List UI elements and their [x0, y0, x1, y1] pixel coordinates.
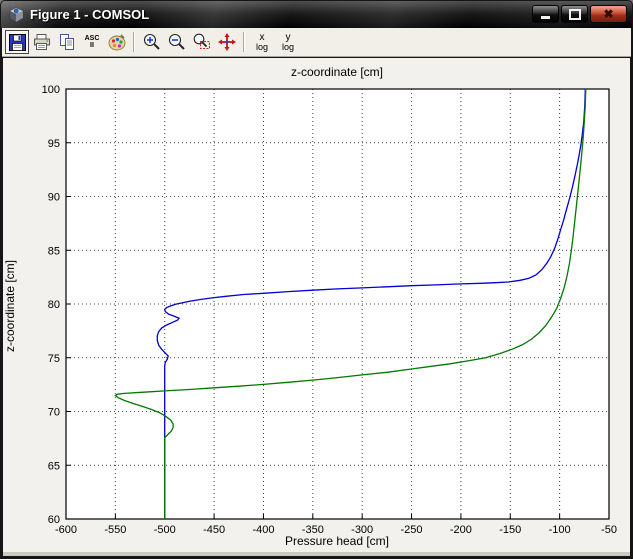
x-log-toggle[interactable]: x log — [249, 30, 275, 54]
minimize-icon — [541, 16, 550, 19]
x-axis-label: Pressure head [cm] — [285, 534, 389, 548]
x-tick-label: -350 — [302, 524, 324, 536]
copy-button[interactable] — [55, 30, 79, 54]
maximize-button[interactable] — [561, 5, 588, 23]
minimize-button[interactable] — [532, 5, 559, 23]
y-tick-label: 70 — [48, 407, 60, 419]
y-tick-label: 60 — [48, 514, 60, 526]
y-tick-label: 75 — [48, 353, 60, 365]
edit-colors-button[interactable] — [105, 30, 129, 54]
printer-icon — [32, 32, 52, 52]
y-tick-label: 95 — [48, 138, 60, 150]
x-tick-label: -550 — [104, 524, 126, 536]
y-tick-label: 65 — [48, 460, 60, 472]
x-tick-label: -450 — [203, 524, 225, 536]
y-tick-label: 85 — [48, 245, 60, 257]
export-ascii-button[interactable]: ASC II — [80, 30, 104, 54]
y-tick-label: 80 — [48, 299, 60, 311]
figure-toolbar: ASC II — [2, 28, 631, 57]
magnifier-plus-icon — [142, 32, 162, 52]
print-button[interactable] — [30, 30, 54, 54]
plot-area[interactable] — [66, 89, 609, 519]
magnifier-rect-icon — [192, 32, 212, 52]
y-axis-label: z-coordinate [cm] — [3, 260, 17, 352]
pan-arrows-icon — [217, 32, 237, 52]
window-title: Figure 1 - COMSOL — [30, 7, 149, 22]
x-tick-label: -400 — [252, 524, 274, 536]
toolbar-separator — [243, 32, 245, 52]
zoom-in-button[interactable] — [140, 30, 164, 54]
zoom-window-button[interactable] — [190, 30, 214, 54]
figure-window: Figure 1 - COMSOL ✖ — [0, 0, 633, 559]
x-tick-label: -200 — [450, 524, 472, 536]
y-log-label: y — [286, 33, 291, 43]
x-tick-label: -50 — [601, 524, 617, 536]
plot[interactable]: z-coordinate [cm] Pressure head [cm] z-c… — [3, 58, 630, 552]
x-log-label: x — [260, 33, 265, 43]
x-tick-label: -100 — [549, 524, 571, 536]
magnifier-minus-icon — [167, 32, 187, 52]
x-tick-label: -150 — [499, 524, 521, 536]
floppy-disk-icon — [8, 33, 27, 52]
palette-icon — [107, 32, 127, 52]
figure-canvas[interactable]: z-coordinate [cm] Pressure head [cm] z-c… — [3, 58, 630, 552]
close-button[interactable]: ✖ — [590, 5, 627, 23]
pan-button[interactable] — [215, 30, 239, 54]
y-tick-label: 90 — [48, 192, 60, 204]
y-log-toggle[interactable]: y log — [275, 30, 301, 54]
save-button[interactable] — [5, 30, 29, 54]
zoom-out-button[interactable] — [165, 30, 189, 54]
maximize-icon — [569, 9, 581, 20]
y-tick-label: 100 — [42, 84, 60, 96]
x-tick-label: -500 — [154, 524, 176, 536]
comsol-app-icon — [8, 6, 25, 23]
x-tick-label: -300 — [351, 524, 373, 536]
x-tick-label: -250 — [401, 524, 423, 536]
window-frame-bottom — [3, 552, 630, 556]
close-icon: ✖ — [603, 8, 613, 20]
copy-icon — [57, 32, 77, 52]
ascii-text-icon: ASC II — [85, 35, 100, 49]
title-bar[interactable]: Figure 1 - COMSOL ✖ — [1, 1, 632, 28]
plot-title: z-coordinate [cm] — [291, 65, 383, 79]
toolbar-separator — [133, 32, 135, 52]
